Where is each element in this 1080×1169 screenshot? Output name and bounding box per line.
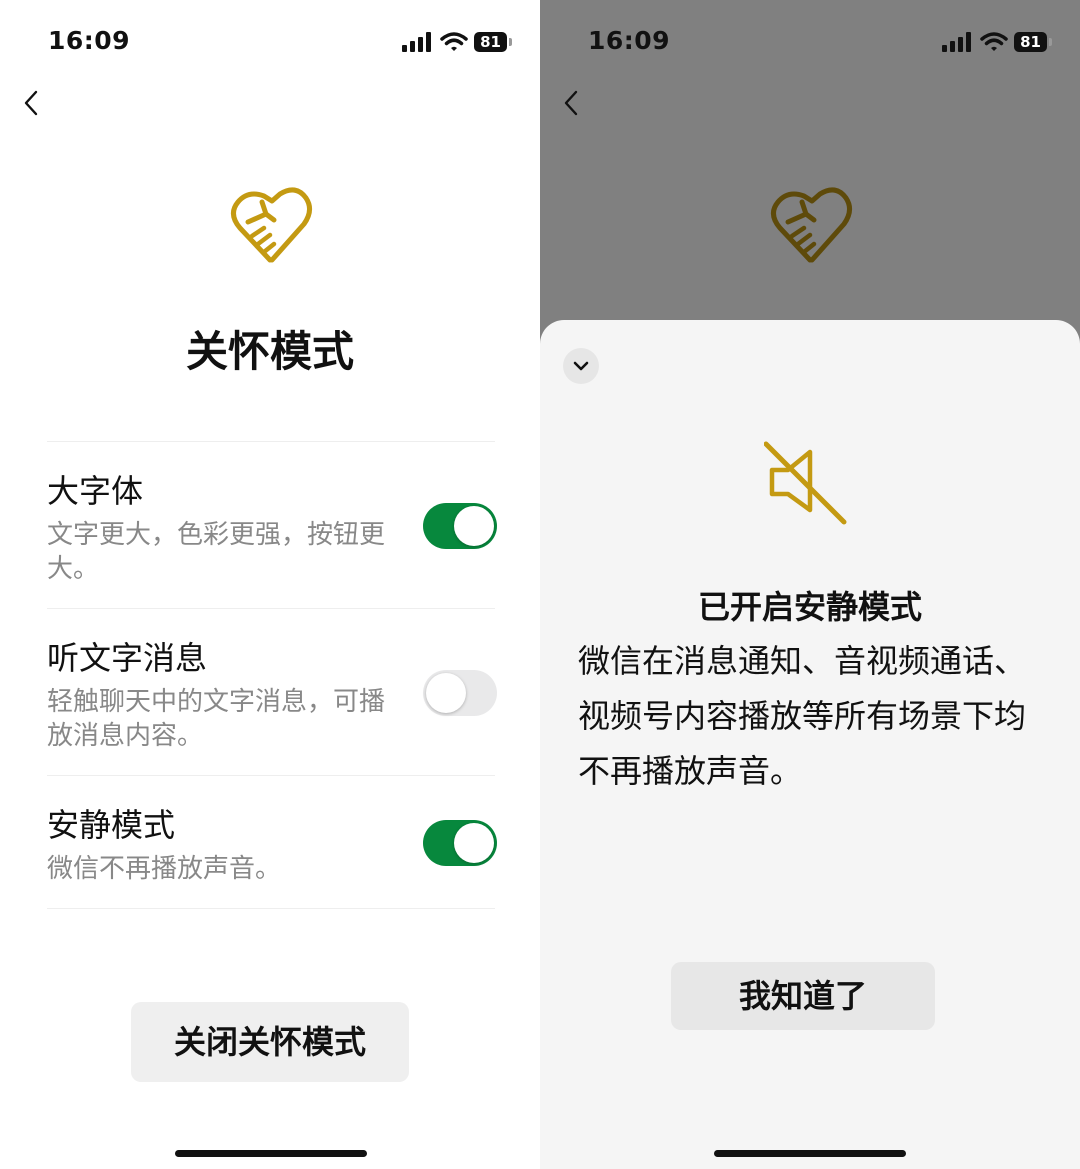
signal-icon <box>942 32 971 52</box>
status-bar: 16:09 81 <box>0 0 540 90</box>
setting-desc-listen-text: 轻触聊天中的文字消息，可播放消息内容。 <box>47 687 386 751</box>
status-time: 16:09 <box>48 26 131 55</box>
setting-title-listen-text: 听文字消息 <box>47 639 208 677</box>
setting-desc-large-font: 文字更大，色彩更强，按钮更大。 <box>47 520 386 584</box>
toggle-knob <box>426 673 466 713</box>
quiet-mode-toggle[interactable] <box>423 820 497 866</box>
large-font-toggle[interactable] <box>423 503 497 549</box>
divider <box>47 441 495 442</box>
wifi-icon <box>440 32 468 51</box>
listen-text-toggle[interactable] <box>423 670 497 716</box>
back-chevron-icon[interactable] <box>18 88 48 118</box>
toggle-knob <box>454 823 494 863</box>
battery-icon: 81 <box>474 32 507 52</box>
status-time: 16:09 <box>588 26 671 55</box>
status-icons: 81 <box>942 32 1057 54</box>
chevron-down-icon <box>573 361 589 371</box>
collapse-sheet-button[interactable] <box>563 348 599 384</box>
back-chevron-icon[interactable] <box>558 88 588 118</box>
battery-cap <box>1049 38 1052 46</box>
setting-desc-quiet-mode: 微信不再播放声音。 <box>47 854 282 884</box>
care-heart-hand-icon <box>771 187 852 263</box>
got-it-button[interactable]: 我知道了 <box>671 962 935 1030</box>
battery-icon: 81 <box>1014 32 1047 52</box>
close-care-mode-button[interactable]: 关闭关怀模式 <box>131 1002 409 1082</box>
home-indicator[interactable] <box>175 1150 367 1157</box>
divider <box>47 775 495 776</box>
quiet-mode-bottom-sheet: 已开启安静模式 微信在消息通知、音视频通话、视频号内容播放等所有场景下均不再播放… <box>540 320 1080 1169</box>
quiet-mode-sheet-screen: 16:09 81 已开启安静模式 微信在消息通知、音视频通话、视频号内容播放等所… <box>540 0 1080 1169</box>
toggle-knob <box>454 506 494 546</box>
care-mode-settings-screen: 16:09 81 关怀模式 大字体 文字更大，色彩更强，按钮更大。 听文字消息 … <box>0 0 540 1169</box>
page-title: 关怀模式 <box>185 327 354 376</box>
care-heart-hand-icon <box>231 187 312 263</box>
status-bar: 16:09 81 <box>540 0 1080 90</box>
setting-title-quiet-mode: 安静模式 <box>47 806 176 844</box>
mute-speaker-icon <box>764 441 847 525</box>
wifi-icon <box>980 32 1008 51</box>
home-indicator[interactable] <box>714 1150 906 1157</box>
sheet-body-text: 微信在消息通知、音视频通话、视频号内容播放等所有场景下均不再播放声音。 <box>578 642 1027 790</box>
signal-icon <box>402 32 431 52</box>
sheet-title: 已开启安静模式 <box>697 588 922 626</box>
divider <box>47 908 495 909</box>
battery-cap <box>509 38 512 46</box>
setting-title-large-font: 大字体 <box>47 472 144 510</box>
divider <box>47 608 495 609</box>
status-icons: 81 <box>402 32 517 54</box>
